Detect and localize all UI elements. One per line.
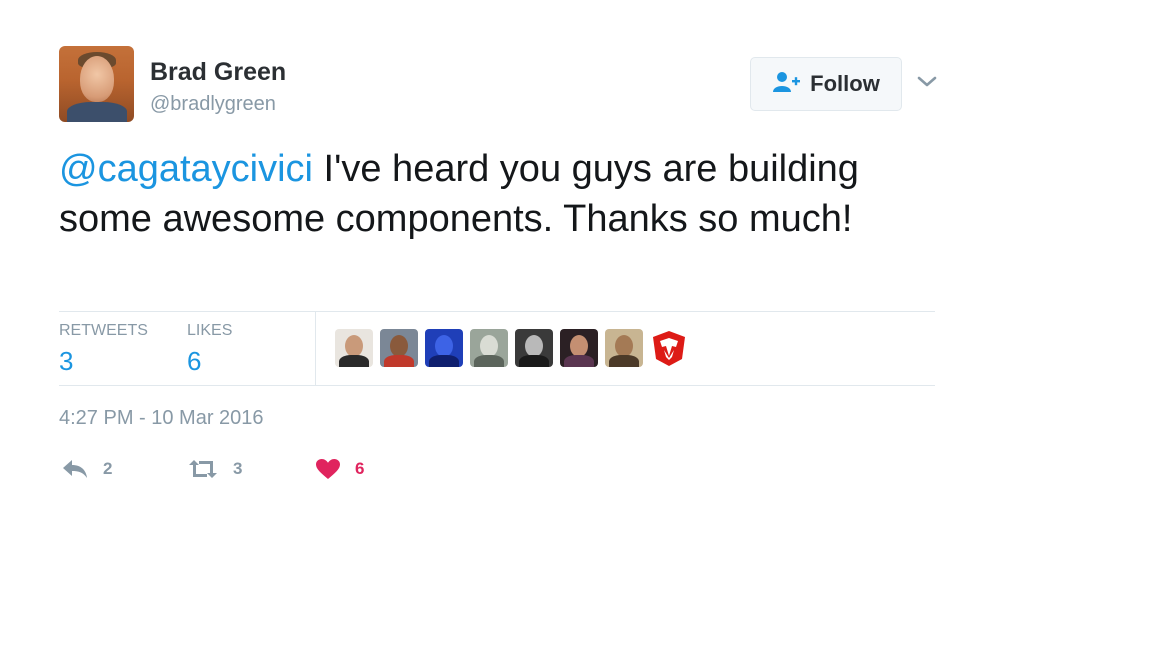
liker-avatar[interactable] — [470, 329, 508, 367]
follow-user-icon — [772, 71, 802, 98]
tweet-card: Brad Green @bradlygreen Follow @cagatayc… — [59, 46, 938, 479]
follow-label: Follow — [810, 71, 880, 96]
liker-avatar[interactable] — [335, 329, 373, 367]
reply-icon — [63, 460, 87, 478]
shield-logo-icon — [653, 331, 685, 366]
liker-avatar[interactable] — [380, 329, 418, 367]
likes-stat[interactable]: LIKES 6 — [187, 322, 232, 377]
author-avatar[interactable] — [59, 46, 134, 122]
tweet-stats: RETWEETS 3 LIKES 6 — [59, 311, 935, 386]
follow-button[interactable]: Follow — [750, 57, 902, 111]
retweets-count: 3 — [59, 346, 74, 376]
tweet-timestamp[interactable]: 4:27 PM - 10 Mar 2016 — [59, 407, 264, 430]
reply-count: 2 — [103, 459, 113, 478]
liker-avatars — [335, 329, 688, 367]
heart-icon — [316, 459, 340, 479]
retweet-button[interactable]: 3 — [187, 454, 242, 484]
reply-button[interactable]: 2 — [61, 454, 112, 484]
liker-avatar[interactable] — [515, 329, 553, 367]
liker-avatar[interactable] — [425, 329, 463, 367]
likes-count: 6 — [187, 346, 202, 376]
tweet-text: @cagataycivici I've heard you guys are b… — [59, 144, 939, 244]
liker-avatar[interactable] — [605, 329, 643, 367]
author-name[interactable]: Brad Green — [150, 58, 286, 87]
retweets-label: RETWEETS — [59, 322, 148, 339]
retweet-icon — [189, 460, 217, 478]
retweets-stat[interactable]: RETWEETS 3 — [59, 322, 148, 377]
like-count: 6 — [355, 459, 365, 478]
like-button[interactable]: 6 — [315, 454, 364, 484]
likes-label: LIKES — [187, 322, 233, 339]
chevron-down-icon[interactable] — [916, 74, 938, 90]
liker-avatar[interactable] — [650, 329, 688, 367]
mention-link[interactable]: @cagataycivici — [59, 148, 313, 190]
retweet-count: 3 — [233, 459, 243, 478]
tweet-header: Brad Green @bradlygreen Follow — [59, 46, 938, 124]
stats-divider — [315, 312, 316, 385]
author-handle[interactable]: @bradlygreen — [150, 93, 276, 116]
liker-avatar[interactable] — [560, 329, 598, 367]
